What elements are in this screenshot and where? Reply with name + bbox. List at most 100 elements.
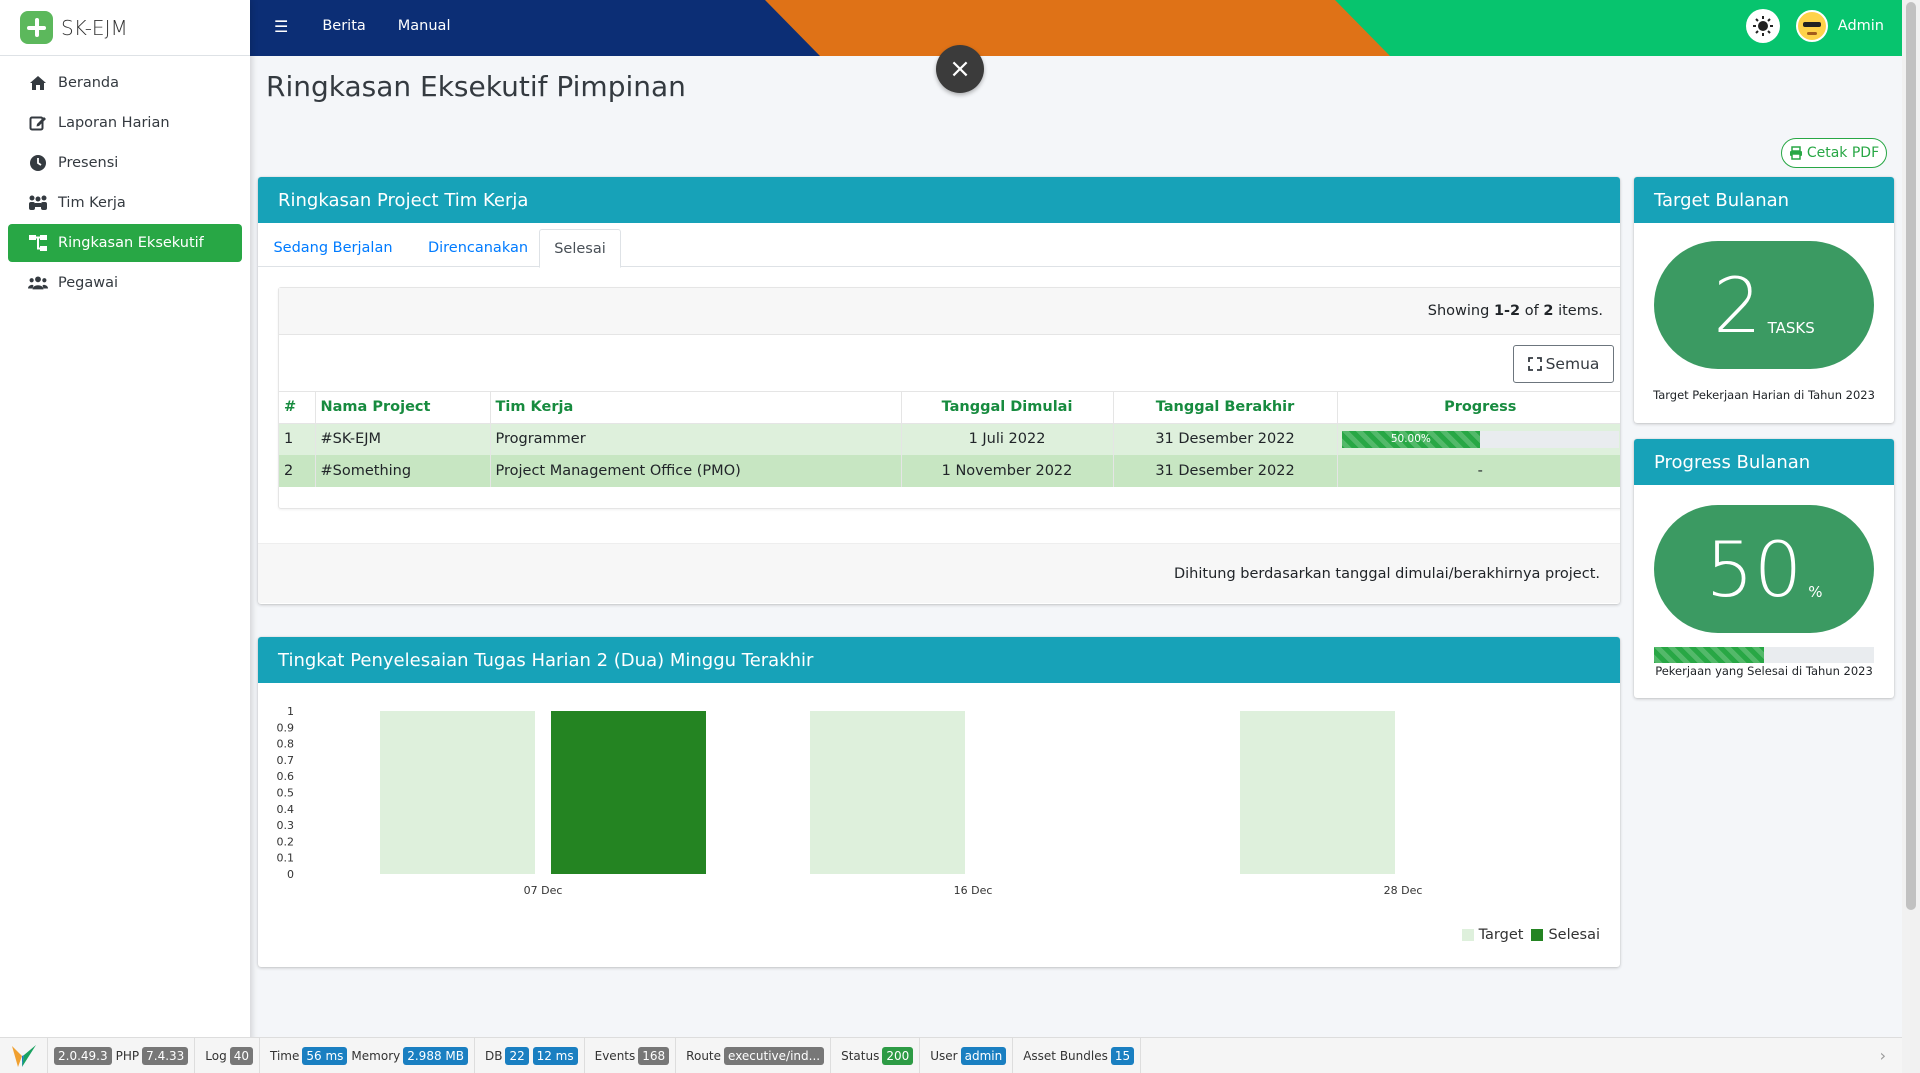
debug-user[interactable]: User admin bbox=[920, 1037, 1014, 1073]
debug-events[interactable]: Events 168 bbox=[585, 1037, 677, 1073]
legend-label-selesai[interactable]: Selesai bbox=[1548, 927, 1600, 943]
edit-icon bbox=[28, 113, 48, 133]
legend-label-target[interactable]: Target bbox=[1479, 927, 1524, 943]
sidebar-item-pegawai[interactable]: Pegawai bbox=[8, 264, 242, 302]
cell-project-name: #SK-EJM bbox=[315, 423, 491, 455]
user-badge: admin bbox=[960, 1046, 1007, 1065]
debug-version[interactable]: 2.0.49.3 PHP 7.4.33 bbox=[48, 1037, 196, 1073]
summary-range: 1-2 bbox=[1493, 303, 1521, 319]
cell-progress: - bbox=[1337, 455, 1620, 487]
nav-link-manual[interactable]: Manual bbox=[398, 18, 451, 34]
summary-mid: of bbox=[1524, 303, 1539, 319]
chart-card-title: Tingkat Penyelesaian Tugas Harian 2 (Dua… bbox=[258, 637, 1620, 683]
home-icon bbox=[28, 73, 48, 93]
sidebar-item-label: Laporan Harian bbox=[58, 115, 170, 131]
log-label: Log bbox=[205, 1048, 227, 1063]
sidebar: SK-EJM Beranda Laporan Harian Presensi T… bbox=[0, 0, 250, 1073]
user-name[interactable]: Admin bbox=[1838, 18, 1884, 34]
show-all-button[interactable]: Semua bbox=[1513, 345, 1614, 383]
table-header-row: # Nama Project Tim Kerja Tanggal Dimulai… bbox=[279, 392, 1620, 424]
yii-logo-icon[interactable] bbox=[0, 1037, 48, 1073]
topbar-left: ☰ Berita Manual bbox=[274, 0, 482, 52]
sidebar-item-ringkasan-eksekutif[interactable]: Ringkasan Eksekutif bbox=[8, 224, 242, 262]
page-scrollbar[interactable] bbox=[1902, 0, 1920, 1073]
tab-sedang-berjalan[interactable]: Sedang Berjalan bbox=[263, 229, 403, 267]
col-nama-project[interactable]: Nama Project bbox=[315, 392, 491, 424]
close-button[interactable]: × bbox=[936, 45, 984, 93]
sitemap-icon bbox=[28, 233, 48, 253]
col-tanggal-berakhir[interactable]: Tanggal Berakhir bbox=[1113, 392, 1338, 424]
hamburger-menu-icon[interactable]: ☰ bbox=[274, 17, 288, 36]
bar-target-0[interactable] bbox=[380, 711, 535, 874]
tab-selesai[interactable]: Selesai bbox=[539, 229, 621, 268]
sidebar-item-presensi[interactable]: Presensi bbox=[8, 144, 242, 182]
table-row[interactable]: 1 #SK-EJM Programmer 1 Juli 2022 31 Dese… bbox=[279, 423, 1620, 455]
debug-route[interactable]: Route executive/ind... bbox=[676, 1037, 832, 1073]
theme-toggle-button[interactable] bbox=[1745, 9, 1780, 43]
cell-end-date: 31 Desember 2022 bbox=[1113, 455, 1338, 487]
events-label: Events bbox=[594, 1048, 636, 1063]
debug-asset-bundles[interactable]: Asset Bundles 15 bbox=[1013, 1037, 1142, 1073]
bar-target-1[interactable] bbox=[810, 711, 965, 874]
progress-card-title: Progress Bulanan bbox=[1634, 439, 1894, 485]
project-card-title: Ringkasan Project Tim Kerja bbox=[258, 177, 1620, 223]
cell-start-date: 1 Juli 2022 bbox=[901, 423, 1114, 455]
y-tick-label: 0.5 bbox=[277, 787, 295, 800]
col-progress[interactable]: Progress bbox=[1337, 392, 1620, 424]
table-row[interactable]: 2 #Something Project Management Office (… bbox=[279, 455, 1620, 487]
col-number[interactable]: # bbox=[279, 392, 316, 424]
debug-db[interactable]: DB 22 12 ms bbox=[475, 1037, 585, 1073]
sidebar-item-tim-kerja[interactable]: Tim Kerja bbox=[8, 184, 242, 222]
x-tick-label: 07 Dec bbox=[524, 884, 563, 897]
sidebar-item-laporan-harian[interactable]: Laporan Harian bbox=[8, 104, 242, 142]
y-tick-label: 0.2 bbox=[277, 835, 295, 848]
col-tanggal-dimulai[interactable]: Tanggal Dimulai bbox=[901, 392, 1114, 424]
page-title: Ringkasan Eksekutif Pimpinan bbox=[266, 70, 686, 103]
topbar: ☰ Berita Manual Admin bbox=[250, 0, 1902, 56]
target-caption: Target Pekerjaan Harian di Tahun 2023 bbox=[1653, 388, 1875, 402]
debug-time[interactable]: Time 56 ms Memory 2.988 MB bbox=[260, 1037, 475, 1073]
cell-project-name: #Something bbox=[315, 455, 491, 487]
nav-link-berita[interactable]: Berita bbox=[322, 18, 365, 34]
brand[interactable]: SK-EJM bbox=[0, 0, 250, 56]
print-pdf-button[interactable]: Cetak PDF bbox=[1781, 138, 1887, 168]
y-tick-label: 0.1 bbox=[277, 852, 295, 865]
legend-swatch-selesai bbox=[1531, 929, 1544, 941]
debug-collapse-arrow-icon[interactable]: › bbox=[1880, 1046, 1886, 1065]
grid-summary: Showing 1-2 of 2 items. bbox=[279, 288, 1620, 335]
daily-task-chart-card: Tingkat Penyelesaian Tugas Harian 2 (Dua… bbox=[258, 637, 1620, 967]
y-tick-label: 0.3 bbox=[277, 819, 295, 832]
scrollbar-thumb[interactable] bbox=[1906, 2, 1916, 910]
target-card: Target Bulanan 2 TASKS Target Pekerjaan … bbox=[1634, 177, 1894, 423]
debug-log[interactable]: Log 40 bbox=[195, 1037, 261, 1073]
php-label: PHP bbox=[115, 1048, 140, 1063]
asset-bundles-label: Asset Bundles bbox=[1023, 1048, 1108, 1063]
bar-selesai-0[interactable] bbox=[551, 711, 706, 874]
y-tick-label: 0.9 bbox=[277, 721, 295, 734]
bar-target-2[interactable] bbox=[1240, 711, 1395, 874]
avatar[interactable] bbox=[1795, 10, 1828, 42]
legend-swatch-target bbox=[1461, 929, 1474, 941]
sidebar-item-beranda[interactable]: Beranda bbox=[8, 64, 242, 102]
col-tim-kerja[interactable]: Tim Kerja bbox=[490, 392, 902, 424]
php-badge: 7.4.33 bbox=[142, 1046, 189, 1065]
show-all-label: Semua bbox=[1545, 355, 1600, 373]
project-summary-card: Ringkasan Project Tim Kerja Sedang Berja… bbox=[258, 177, 1620, 604]
team-icon bbox=[28, 193, 48, 213]
debug-status[interactable]: Status 200 bbox=[831, 1037, 921, 1073]
target-card-title: Target Bulanan bbox=[1634, 177, 1894, 223]
y-tick-label: 0.7 bbox=[277, 754, 295, 767]
summary-total: 2 bbox=[1543, 303, 1554, 319]
summary-suffix: items. bbox=[1558, 303, 1603, 319]
project-grid: Showing 1-2 of 2 items. Semua # Nama Pro… bbox=[278, 287, 1620, 509]
cell-end-date: 31 Desember 2022 bbox=[1113, 423, 1338, 455]
asset-bundles-badge: 15 bbox=[1110, 1046, 1135, 1065]
version-badge: 2.0.49.3 bbox=[54, 1046, 112, 1065]
tab-direncanakan[interactable]: Direncanakan bbox=[408, 229, 548, 267]
chart-legend: Target Selesai bbox=[1454, 927, 1600, 943]
progress-value-circle: 50 % bbox=[1654, 505, 1874, 633]
progress-bar-fill: 50.00% bbox=[1341, 430, 1481, 448]
events-badge: 168 bbox=[638, 1046, 670, 1065]
brand-name: SK-EJM bbox=[61, 15, 128, 40]
x-tick-label: 28 Dec bbox=[1384, 884, 1423, 897]
